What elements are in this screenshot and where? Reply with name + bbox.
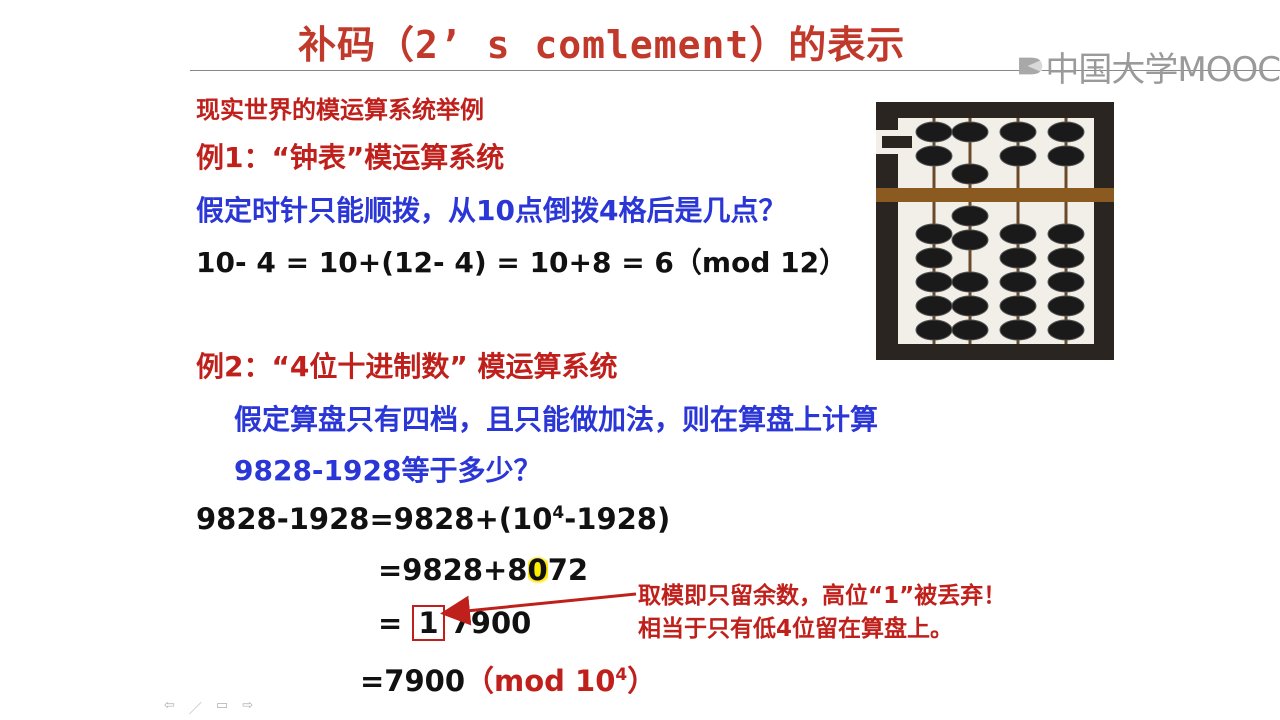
- next-arrow-icon[interactable]: ⇨: [242, 698, 253, 717]
- abacus-image: [876, 102, 1114, 360]
- prev-arrow-icon[interactable]: ⇦: [164, 698, 175, 717]
- slide-nav-controls: ⇦ ／ ▭ ⇨: [164, 698, 253, 717]
- menu-icon[interactable]: ▭: [216, 698, 228, 717]
- pen-icon[interactable]: ／: [189, 698, 202, 717]
